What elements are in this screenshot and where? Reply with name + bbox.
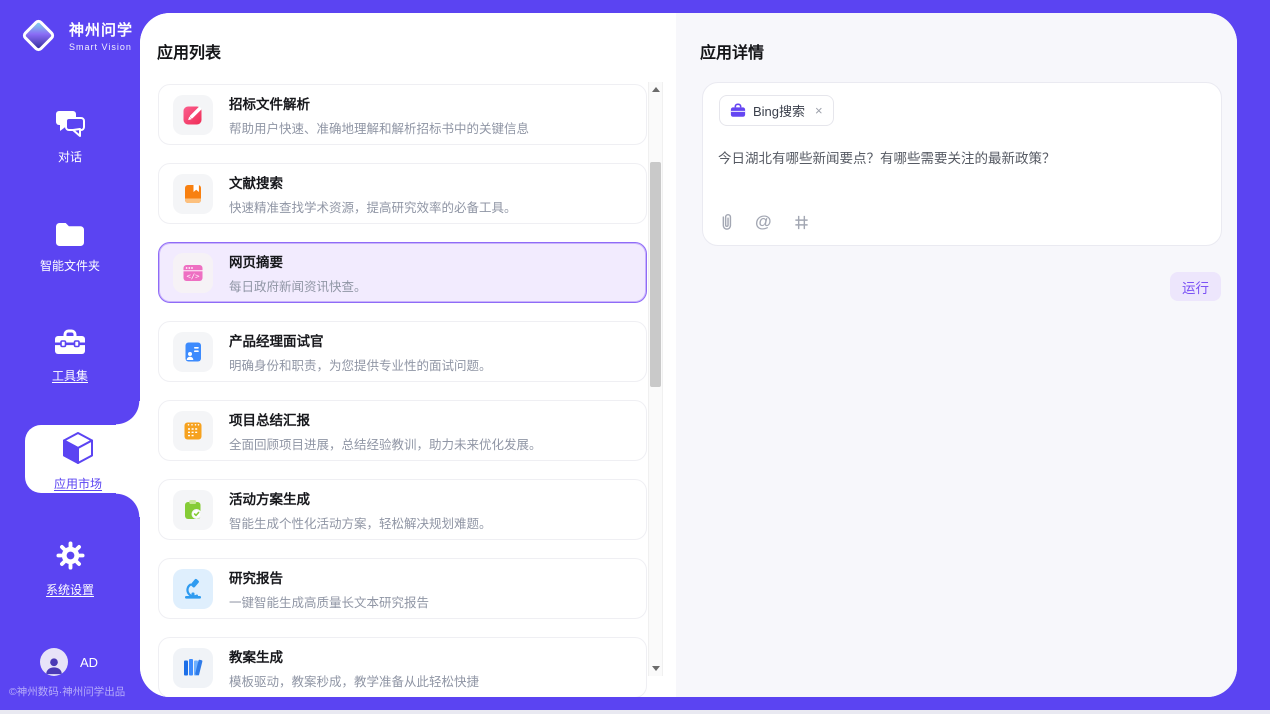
- sidebar-item-label: 系统设置: [0, 581, 140, 598]
- app-card-project-summary[interactable]: 项目总结汇报 全面回顾项目进展，总结经验教训，助力未来优化发展。: [158, 400, 647, 461]
- sidebar-item-label: 智能文件夹: [0, 257, 140, 274]
- app-icon-box: [173, 569, 213, 609]
- books-icon: [182, 657, 204, 679]
- app-card-web-summary[interactable]: </> 网页摘要 每日政府新闻资讯快查。: [158, 242, 647, 303]
- sidebar-item-chat[interactable]: 对话: [0, 110, 140, 165]
- sidebar-item-app-market[interactable]: 应用市场: [25, 432, 131, 492]
- app-icon-box: [173, 411, 213, 451]
- gear-icon: [56, 557, 85, 574]
- briefcase-icon: [730, 103, 746, 118]
- browser-code-icon: </>: [182, 262, 204, 284]
- logo-diamond-icon: [16, 13, 60, 57]
- hash-icon[interactable]: [793, 214, 810, 231]
- app-card-research-report[interactable]: 研究报告 一键智能生成高质量长文本研究报告: [158, 558, 647, 619]
- app-subtitle: Smart Vision: [69, 42, 133, 52]
- chat-icon: [55, 124, 85, 141]
- scroll-up-button[interactable]: [649, 82, 662, 97]
- sidebar: 神州问学 Smart Vision 对话 智能文件夹: [0, 0, 140, 714]
- sidebar-item-label: 工具集: [0, 367, 140, 384]
- cube-icon: [63, 451, 93, 468]
- sidebar-item-label: 对话: [0, 148, 140, 165]
- tool-chip-label: Bing搜索: [753, 101, 805, 120]
- app-card-desc: 快速精准查找学术资源，提高研究效率的必备工具。: [229, 197, 517, 216]
- app-card-title: 项目总结汇报: [229, 409, 542, 429]
- at-icon[interactable]: @: [755, 212, 772, 232]
- app-card-desc: 帮助用户快速、准确地理解和解析招标书中的关键信息: [229, 118, 529, 137]
- app-list-scrollbar[interactable]: [648, 82, 663, 676]
- app-detail-pane: 应用详情 Bing搜索 × 今日湖北有哪些新闻要点？有哪些需要关注的最新政策？: [676, 13, 1237, 697]
- scrollbar-thumb[interactable]: [650, 162, 661, 387]
- app-list-title: 应用列表: [157, 39, 221, 63]
- app-icon-box: [173, 95, 213, 135]
- app-card-lesson-plan[interactable]: 教案生成 模板驱动，教案秒成，教学准备从此轻松快捷: [158, 637, 647, 697]
- resume-icon: [182, 341, 204, 363]
- window-bottom-edge: [0, 710, 1270, 714]
- run-button[interactable]: 运行: [1170, 272, 1221, 301]
- svg-text:</>: </>: [187, 271, 201, 280]
- tool-chip-bing-search[interactable]: Bing搜索 ×: [719, 95, 834, 126]
- app-card-title: 教案生成: [229, 646, 479, 666]
- app-card-desc: 明确身份和职责，为您提供专业性的面试问题。: [229, 355, 492, 374]
- app-card-title: 网页摘要: [229, 251, 367, 271]
- main-panel: 应用列表 招标文件解析 帮助用户快速、准确地理解和解析招标书中的关键信息: [140, 13, 1237, 697]
- user-account[interactable]: AD: [40, 648, 98, 676]
- sidebar-item-smart-folder[interactable]: 智能文件夹: [0, 222, 140, 274]
- active-item-fillet-bottom: [116, 493, 140, 517]
- sidebar-item-toolset[interactable]: 工具集: [0, 329, 140, 384]
- app-card-title: 产品经理面试官: [229, 330, 492, 350]
- toolbox-icon: [54, 343, 86, 360]
- app-icon-box: [173, 174, 213, 214]
- app-card-title: 招标文件解析: [229, 93, 529, 113]
- sidebar-item-settings[interactable]: 系统设置: [0, 541, 140, 598]
- user-name: AD: [80, 655, 98, 670]
- edit-square-icon: [182, 104, 204, 126]
- folder-icon: [55, 233, 85, 250]
- input-toolbar: @: [718, 212, 810, 232]
- app-icon-box: </>: [173, 253, 213, 293]
- microscope-icon: [182, 578, 204, 600]
- clipboard-check-icon: [182, 499, 204, 521]
- query-text[interactable]: 今日湖北有哪些新闻要点？有哪些需要关注的最新政策？: [718, 149, 1204, 169]
- person-icon: [43, 654, 65, 676]
- sidebar-item-label: 应用市场: [25, 475, 131, 492]
- copyright-text: ©神州数码·神州问学出品: [9, 684, 125, 699]
- query-card: Bing搜索 × 今日湖北有哪些新闻要点？有哪些需要关注的最新政策？ @: [702, 82, 1222, 246]
- app-icon-box: [173, 490, 213, 530]
- app-card-pm-interviewer[interactable]: 产品经理面试官 明确身份和职责，为您提供专业性的面试问题。: [158, 321, 647, 382]
- avatar[interactable]: [40, 648, 68, 676]
- app-card-desc: 一键智能生成高质量长文本研究报告: [229, 592, 429, 611]
- app-icon-box: [173, 332, 213, 372]
- notepad-icon: [182, 420, 204, 442]
- app-title: 神州问学: [69, 19, 133, 40]
- app-detail-title: 应用详情: [700, 39, 764, 63]
- app-card-event-plan[interactable]: 活动方案生成 智能生成个性化活动方案，轻松解决规划难题。: [158, 479, 647, 540]
- app-card-desc: 每日政府新闻资讯快查。: [229, 276, 367, 295]
- close-icon[interactable]: ×: [815, 103, 823, 118]
- active-item-fillet-top: [116, 401, 140, 425]
- app-card-bid-document-parsing[interactable]: 招标文件解析 帮助用户快速、准确地理解和解析招标书中的关键信息: [158, 84, 647, 145]
- paperclip-icon[interactable]: [718, 212, 734, 232]
- app-card-desc: 全面回顾项目进展，总结经验教训，助力未来优化发展。: [229, 434, 542, 453]
- app-logo: 神州问学 Smart Vision: [16, 13, 133, 57]
- app-card-desc: 智能生成个性化活动方案，轻松解决规划难题。: [229, 513, 492, 532]
- book-icon: [182, 183, 204, 205]
- app-icon-box: [173, 648, 213, 688]
- scroll-down-button[interactable]: [649, 661, 662, 676]
- app-list-pane: 应用列表 招标文件解析 帮助用户快速、准确地理解和解析招标书中的关键信息: [140, 13, 676, 697]
- app-card-literature-search[interactable]: 文献搜索 快速精准查找学术资源，提高研究效率的必备工具。: [158, 163, 647, 224]
- app-card-title: 研究报告: [229, 567, 429, 587]
- app-card-title: 活动方案生成: [229, 488, 492, 508]
- app-card-desc: 模板驱动，教案秒成，教学准备从此轻松快捷: [229, 671, 479, 690]
- app-card-title: 文献搜索: [229, 172, 517, 192]
